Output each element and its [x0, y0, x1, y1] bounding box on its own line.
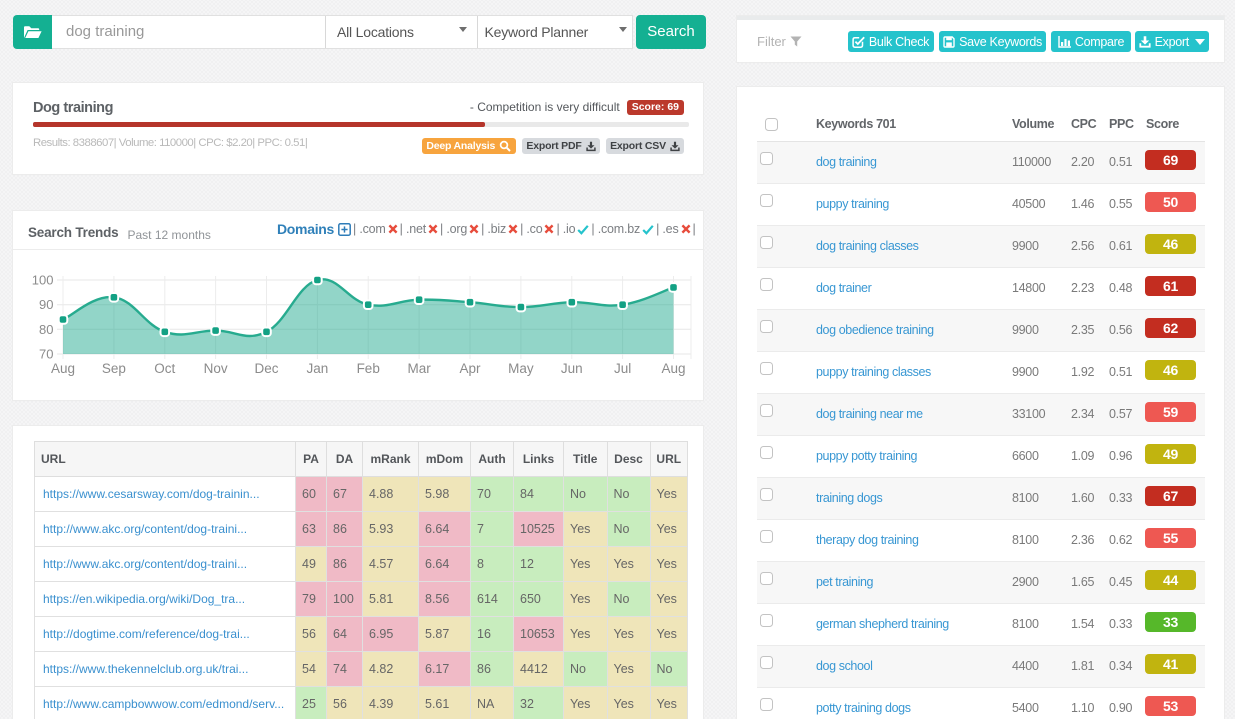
- svg-text:Sep: Sep: [102, 361, 126, 376]
- svg-text:Feb: Feb: [357, 361, 380, 376]
- svg-text:70: 70: [39, 347, 53, 362]
- svg-text:Jan: Jan: [307, 361, 329, 376]
- svg-text:Mar: Mar: [407, 361, 431, 376]
- svg-text:80: 80: [39, 322, 53, 337]
- svg-text:Nov: Nov: [204, 361, 228, 376]
- svg-text:May: May: [508, 361, 534, 376]
- svg-text:Dec: Dec: [254, 361, 278, 376]
- svg-text:90: 90: [39, 297, 53, 312]
- svg-text:100: 100: [32, 273, 54, 288]
- svg-text:Aug: Aug: [51, 361, 75, 376]
- svg-text:Jun: Jun: [561, 361, 583, 376]
- svg-text:Jul: Jul: [614, 361, 631, 376]
- svg-text:Oct: Oct: [154, 361, 175, 376]
- svg-text:Apr: Apr: [459, 361, 481, 376]
- svg-text:Aug: Aug: [661, 361, 685, 376]
